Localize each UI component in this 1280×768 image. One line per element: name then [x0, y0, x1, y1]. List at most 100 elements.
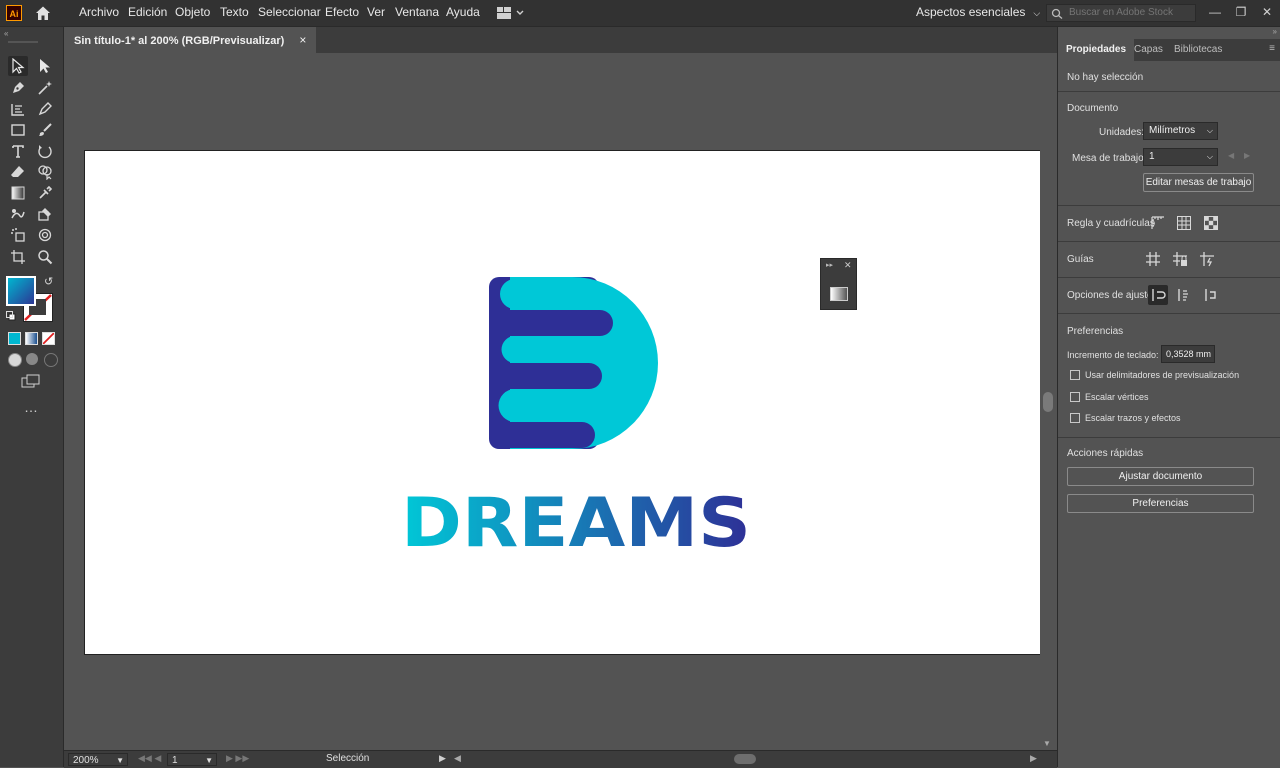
checkbox-scale-corners[interactable]: Escalar vértices — [1070, 392, 1149, 402]
tab-propiedades[interactable]: Propiedades — [1058, 39, 1135, 61]
panel-menu-icon[interactable]: ≡ — [1269, 43, 1275, 54]
selection-tool-icon[interactable] — [8, 56, 28, 76]
minimize-icon[interactable]: — — [1206, 3, 1224, 21]
chevron-down-icon: ⌵ — [1206, 152, 1213, 161]
preferences-button[interactable]: Preferencias — [1067, 494, 1254, 513]
curvature-pen-icon[interactable] — [35, 99, 55, 119]
checkbox-box[interactable] — [1070, 370, 1080, 380]
menu-objeto[interactable]: Objeto — [175, 0, 210, 26]
menu-ver[interactable]: Ver — [367, 0, 385, 26]
collapse-icon[interactable]: « — [4, 29, 8, 38]
draw-inside-icon[interactable] — [44, 353, 58, 367]
artboard[interactable]: DREAMS — [84, 150, 1041, 655]
horizontal-scroll-thumb[interactable] — [734, 754, 756, 764]
gradient-mode-button[interactable] — [25, 332, 38, 345]
menu-archivo[interactable]: Archivo — [79, 0, 119, 26]
close-panel-icon[interactable]: ✕ — [844, 260, 852, 271]
show-guides-icon[interactable] — [1143, 249, 1163, 269]
rotate-tool-icon[interactable] — [35, 141, 55, 161]
swap-fill-stroke-icon[interactable]: ↺ — [44, 275, 53, 288]
symbol-sprayer-icon[interactable] — [8, 225, 28, 245]
zoom-tool-icon[interactable] — [35, 247, 55, 267]
status-menu-icon[interactable]: ▶ — [439, 753, 446, 764]
fill-swatch-front[interactable] — [6, 276, 36, 306]
expand-panel-icon[interactable]: ▸▸ — [826, 261, 833, 269]
menu-efecto[interactable]: Efecto — [325, 0, 359, 26]
blend-tool-icon[interactable] — [8, 204, 28, 224]
none-mode-button[interactable] — [42, 332, 55, 345]
edit-toolbar-icon[interactable]: … — [24, 399, 39, 415]
units-dropdown[interactable]: Milímetros ⌵ — [1143, 122, 1218, 140]
restore-icon[interactable]: ❐ — [1232, 3, 1250, 21]
default-colors-icon[interactable] — [6, 311, 16, 321]
floating-gradient-panel[interactable]: ▸▸ ✕ — [820, 258, 857, 310]
menu-ventana[interactable]: Ventana — [395, 0, 439, 26]
tab-capas[interactable]: Capas — [1126, 39, 1171, 61]
zoom-field[interactable]: 200% ▼ — [68, 753, 128, 766]
next-artboard-panel-icon[interactable]: ▶ — [1244, 151, 1250, 160]
transparency-grid-icon[interactable] — [1201, 213, 1221, 233]
tab-bibliotecas[interactable]: Bibliotecas — [1166, 39, 1230, 61]
keyboard-increment-input[interactable]: 0,3528 mm — [1161, 345, 1215, 363]
screen-mode-icon[interactable] — [21, 374, 41, 388]
close-tab-icon[interactable]: × — [299, 33, 306, 47]
checkbox-preview-bounds[interactable]: Usar delimitadores de previsualización — [1070, 370, 1239, 380]
artboard-navigator[interactable]: 1 ▼ — [167, 753, 217, 766]
stock-search[interactable] — [1046, 4, 1197, 22]
snap-to-glyph-icon[interactable] — [1201, 285, 1221, 305]
shape-builder-icon[interactable] — [35, 162, 55, 182]
rectangle-tool-icon[interactable] — [8, 120, 28, 140]
direct-selection-tool-icon[interactable] — [35, 56, 55, 76]
next-artboard-icon[interactable]: ▶ ▶▶ — [226, 753, 249, 764]
menu-ayuda[interactable]: Ayuda — [446, 0, 480, 26]
magic-wand-icon[interactable] — [35, 78, 55, 98]
arrange-documents-icon[interactable] — [496, 6, 526, 20]
first-artboard-icon[interactable]: ◀◀ ◀ — [138, 753, 161, 764]
chevron-down-icon: ▼ — [205, 756, 213, 765]
checkbox-scale-strokes[interactable]: Escalar trazos y efectos — [1070, 413, 1181, 423]
scroll-left-icon[interactable]: ◀ — [454, 753, 461, 764]
type-tool-icon[interactable] — [8, 141, 28, 161]
edit-artboards-button[interactable]: Editar mesas de trabajo — [1143, 173, 1254, 192]
gradient-tool-icon[interactable] — [8, 183, 28, 203]
pen-tool-icon[interactable] — [8, 78, 28, 98]
snap-to-point-icon[interactable] — [1148, 285, 1168, 305]
home-icon[interactable] — [34, 4, 52, 22]
draw-normal-icon[interactable] — [8, 353, 22, 367]
status-bar: 200% ▼ ◀◀ ◀ 1 ▼ ▶ ▶▶ Selección ▶ ◀ ▶ — [64, 750, 1057, 768]
paintbrush-tool-icon[interactable] — [35, 120, 55, 140]
smart-guides-icon[interactable] — [1197, 249, 1217, 269]
type-area-tool-icon[interactable] — [8, 99, 28, 119]
grid-icon[interactable] — [1174, 213, 1194, 233]
dreams-logo-artwork[interactable]: DREAMS — [85, 151, 1040, 654]
fit-document-button[interactable]: Ajustar documento — [1067, 467, 1254, 486]
color-mode-button[interactable] — [8, 332, 21, 345]
draw-behind-icon[interactable] — [26, 353, 38, 365]
checkbox-box[interactable] — [1070, 392, 1080, 402]
eyedropper-icon[interactable] — [35, 183, 55, 203]
menu-texto[interactable]: Texto — [220, 0, 249, 26]
menu-edicion[interactable]: Edición — [128, 0, 167, 26]
checkbox-box[interactable] — [1070, 413, 1080, 423]
close-window-icon[interactable]: ✕ — [1258, 3, 1276, 21]
live-paint-icon[interactable] — [35, 204, 55, 224]
ruler-icon[interactable] — [1148, 213, 1168, 233]
scroll-right-icon[interactable]: ▶ — [1030, 753, 1037, 764]
eraser-tool-icon[interactable] — [8, 162, 28, 182]
snap-to-pixel-icon[interactable] — [1174, 285, 1194, 305]
prev-artboard-icon[interactable]: ◀ — [1228, 151, 1234, 160]
gradient-panel-icon[interactable] — [830, 287, 848, 301]
vertical-scrollbar[interactable]: ▼ — [1040, 53, 1056, 750]
search-input[interactable] — [1067, 6, 1197, 19]
lock-guides-icon[interactable] — [1170, 249, 1190, 269]
document-tab[interactable]: Sin título-1* al 200% (RGB/Previsualizar… — [64, 27, 317, 53]
panel-grip[interactable] — [8, 41, 38, 43]
scroll-thumb[interactable] — [1043, 392, 1053, 412]
artboard-dropdown[interactable]: 1 ⌵ — [1143, 148, 1218, 166]
workspace-switcher[interactable]: Aspectos esenciales ⌵ — [916, 0, 1040, 26]
warp-tool-icon[interactable] — [35, 225, 55, 245]
menu-seleccionar[interactable]: Seleccionar — [258, 0, 321, 26]
artboard-tool-icon[interactable] — [8, 247, 28, 267]
scroll-down-icon[interactable]: ▼ — [1043, 739, 1051, 748]
collapse-panel-icon[interactable]: » — [1273, 27, 1277, 36]
